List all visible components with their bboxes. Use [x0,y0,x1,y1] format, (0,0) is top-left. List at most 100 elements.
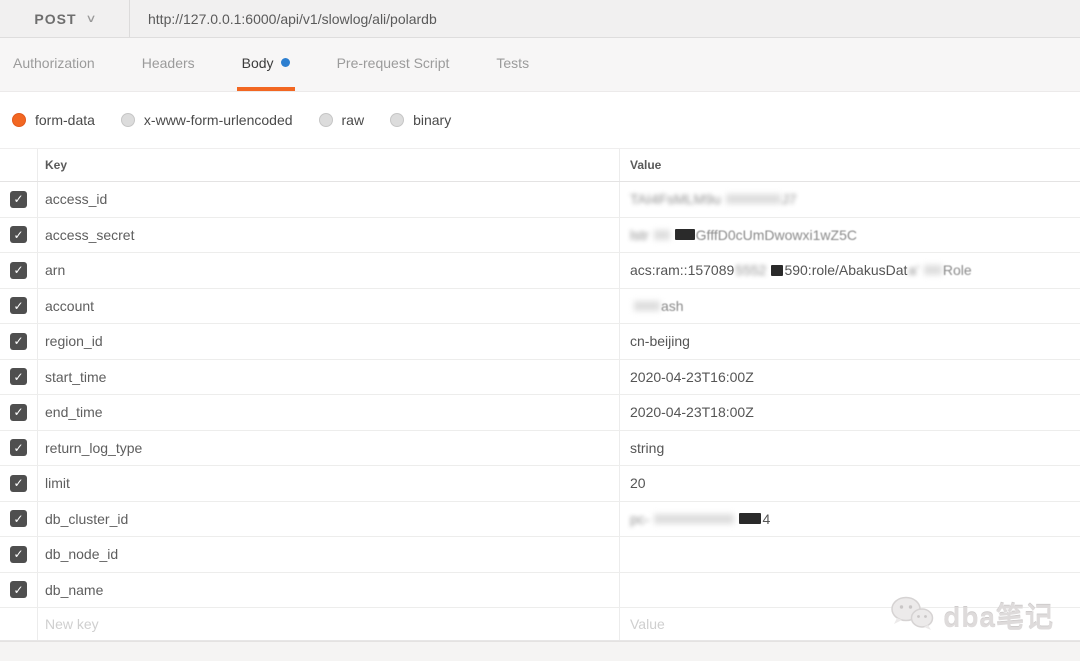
table-row-db-node-id: ✓ db_node_id [0,537,1080,573]
table-row-access-id: ✓ access_id TAI4FsMLM9u J7 [0,182,1080,218]
checkmark-icon: ✓ [13,582,24,597]
value-cell[interactable]: acs:ram::157089 5552 590:role/AbakusDat a' R… [620,253,1080,288]
key-cell[interactable]: limit [38,466,620,501]
body-type-radio-binary[interactable]: binary [390,112,451,128]
key-cell[interactable]: region_id [38,324,620,359]
redaction-smudge [653,229,670,240]
value-cell[interactable]: ash [620,289,1080,324]
tab-label: Tests [496,54,530,71]
row-checkbox[interactable]: ✓ [10,510,27,528]
radio-circle-icon [318,113,333,127]
value-cell[interactable] [620,573,1080,608]
row-checkbox[interactable]: ✓ [10,474,27,492]
key-cell[interactable]: db_node_id [38,537,620,572]
key-cell[interactable]: access_id [38,182,620,217]
row-checkbox[interactable]: ✓ [10,545,27,563]
key-cell[interactable]: return_log_type [38,430,620,465]
redaction-smudge [634,300,660,311]
table-row-end-time: ✓ end_time 2020-04-23T18:00Z [0,395,1080,431]
value-text: 2020-04-23T16:00Z [630,368,754,385]
key-cell[interactable]: db_name [38,572,620,607]
url-input[interactable]: http://127.0.0.1:6000/api/v1/slowlog/ali… [130,0,1080,37]
row-check-cell: ✓ [0,430,38,465]
key-text: db_name [45,581,104,598]
header-check-spacer [0,149,38,181]
row-checkbox[interactable]: ✓ [10,297,27,315]
checkmark-icon: ✓ [13,369,24,384]
row-check-cell: ✓ [0,395,38,430]
value-cell[interactable]: lstr GfffD0cUmDwowxi1wZ5C [620,218,1080,253]
value-cell[interactable]: 20 [620,466,1080,501]
row-checkbox[interactable]: ✓ [10,190,27,208]
body-type-radio-x-www-form-urlencoded[interactable]: x-www-form-urlencoded [120,112,293,128]
key-column-header: Key [38,149,620,181]
value-text: GfffD0cUmDwowxi1wZ5C [695,226,857,243]
key-cell[interactable]: end_time [38,395,620,430]
checkmark-icon: ✓ [13,476,24,491]
row-checkbox[interactable]: ✓ [10,439,27,457]
row-checkbox[interactable]: ✓ [10,403,27,421]
radio-label: form-data [35,112,95,128]
radio-label: raw [341,112,365,128]
value-text: J7 [781,191,797,208]
method-dropdown[interactable]: POST ∨ [0,0,130,37]
value-cell[interactable]: pc- 4 [620,502,1080,537]
key-text: access_secret [45,226,135,243]
key-text: access_id [45,191,108,208]
value-cell[interactable]: TAI4FsMLM9u J7 [620,182,1080,217]
value-column-header: Value [630,158,662,172]
tab-authorization[interactable]: Authorization [8,38,100,91]
value-text: 5552 [735,262,767,279]
value-cell[interactable] [620,537,1080,572]
radio-label: binary [413,112,452,128]
row-checkbox[interactable]: ✓ [10,226,27,244]
tab-pre-request-script[interactable]: Pre-request Script [332,38,455,91]
new-value-input[interactable]: Value [620,608,1080,640]
checkmark-icon: ✓ [13,192,24,207]
row-check-cell: ✓ [0,537,38,572]
key-cell[interactable]: account [38,288,620,323]
value-text: acs:ram::157089 [630,262,735,279]
row-check-cell: ✓ [0,324,38,359]
checkmark-icon: ✓ [13,440,24,455]
value-text: 2020-04-23T18:00Z [630,404,754,421]
table-row-db-name: ✓ db_name [0,572,1080,608]
value-cell[interactable]: 2020-04-23T18:00Z [620,395,1080,430]
table-row-arn: ✓ arn acs:ram::157089 5552 590:role/AbakusDa… [0,253,1080,289]
body-type-radio-form-data[interactable]: form-data [12,112,95,128]
row-checkbox[interactable]: ✓ [10,332,27,350]
row-checkbox[interactable]: ✓ [10,261,27,279]
value-text: ash [661,297,684,314]
tab-headers[interactable]: Headers [137,38,200,91]
new-key-input[interactable]: New key [38,608,620,640]
row-checkbox[interactable]: ✓ [10,368,27,386]
checkmark-icon: ✓ [13,298,24,313]
value-text: cn-beijing [630,333,690,350]
body-type-radio-raw[interactable]: raw [318,112,365,128]
value-cell[interactable]: cn-beijing [620,324,1080,359]
tab-tests[interactable]: Tests [491,38,534,91]
key-text: limit [45,475,70,492]
key-text: end_time [45,404,103,421]
key-cell[interactable]: access_secret [38,217,620,252]
key-text: account [45,297,95,314]
table-body: ✓ access_id TAI4FsMLM9u J7 ✓ access_secret lst… [0,182,1080,608]
key-text: return_log_type [45,439,143,456]
tab-body[interactable]: Body [236,38,295,91]
row-checkbox[interactable]: ✓ [10,581,27,599]
table-row-start-time: ✓ start_time 2020-04-23T16:00Z [0,359,1080,395]
key-cell[interactable]: arn [38,253,620,288]
checkmark-icon: ✓ [13,511,24,526]
key-cell[interactable]: start_time [38,359,620,394]
value-cell[interactable]: 2020-04-23T16:00Z [620,360,1080,395]
tab-label: Body [241,54,274,71]
value-text: pc- [630,510,650,527]
checkmark-icon: ✓ [13,547,24,562]
redaction-smudge [725,194,781,205]
value-cell[interactable]: string [620,431,1080,466]
key-cell[interactable]: db_cluster_id [38,501,620,536]
footer-strip [0,641,1080,661]
chevron-down-icon: ∨ [84,13,97,25]
key-text: db_cluster_id [45,510,129,527]
body-type-selector: form-data x-www-form-urlencoded raw binary [0,92,1080,148]
